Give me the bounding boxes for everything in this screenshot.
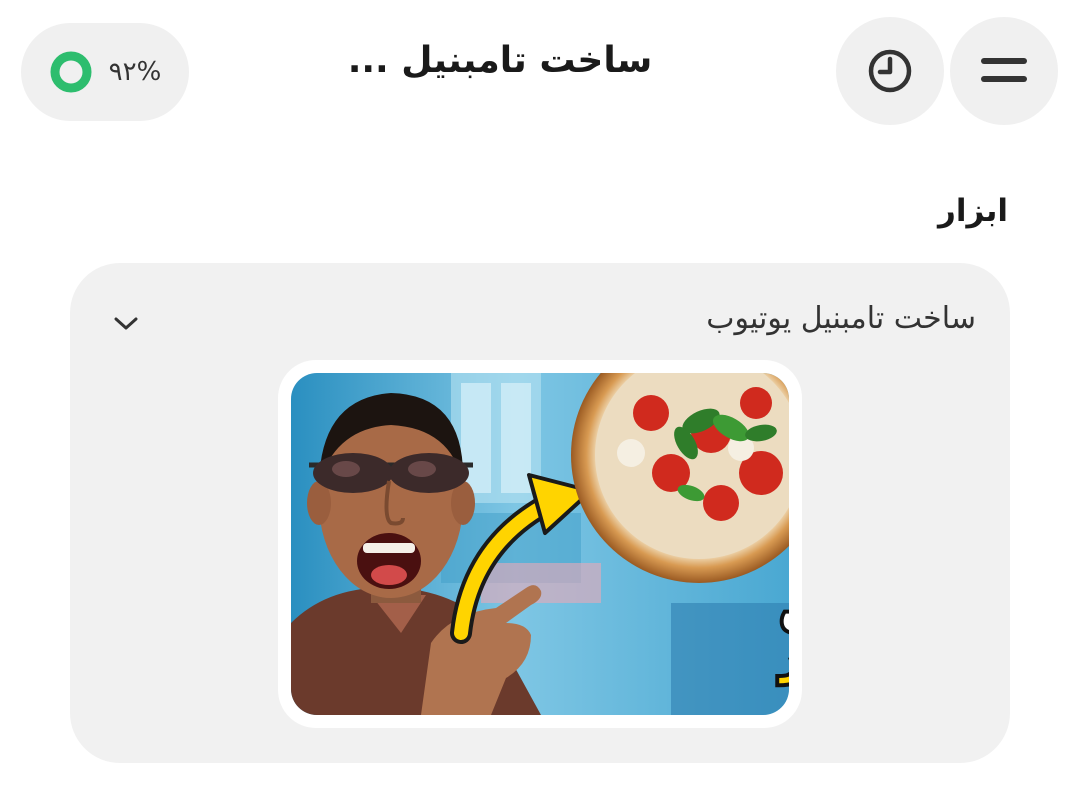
screen: ساخت تامبنیل ... ۹۲% ابزار ساخت تامبنیل … xyxy=(0,0,1080,797)
progress-ring-icon xyxy=(50,51,92,93)
history-button[interactable] xyxy=(836,17,944,125)
credit-percent: ۹۲% xyxy=(108,57,162,87)
thumbnail-text-line2: ناپولیتن بپز xyxy=(779,634,789,684)
thumbnail-text-line1: پیتزا ناپولش xyxy=(781,582,789,632)
thumbnail-frame[interactable]: پیتزا ناپولش ناپولیتن بپز xyxy=(278,360,802,728)
tool-card[interactable]: ساخت تامبنیل یوتیوب xyxy=(70,263,1010,763)
thumbnail-image[interactable]: پیتزا ناپولش ناپولیتن بپز xyxy=(291,373,789,715)
chevron-down-icon[interactable] xyxy=(110,307,142,339)
hamburger-menu-icon xyxy=(981,58,1027,82)
menu-button[interactable] xyxy=(950,17,1058,125)
clock-history-icon xyxy=(868,49,912,93)
page-title: ساخت تامبنیل ... xyxy=(347,40,653,81)
section-title: ابزار xyxy=(937,193,1008,229)
tool-name: ساخت تامبنیل یوتیوب xyxy=(706,301,976,336)
credit-indicator[interactable]: ۹۲% xyxy=(21,23,189,121)
